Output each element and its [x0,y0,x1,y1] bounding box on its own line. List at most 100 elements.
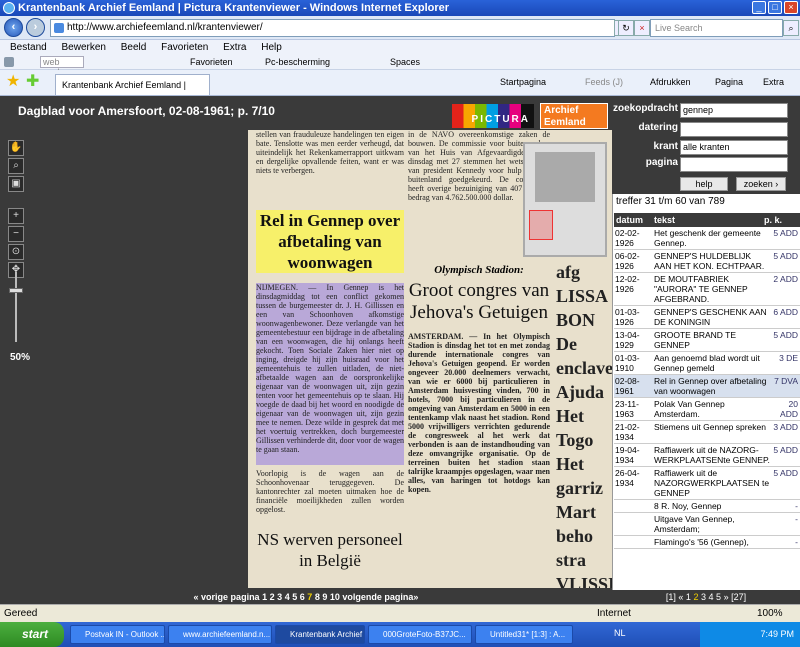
clock[interactable]: 7:49 PM [760,629,794,639]
zoeken-button[interactable]: zoeken › [736,177,786,191]
result-page[interactable]: 5 ADD [770,251,798,271]
zoekopdracht-input[interactable]: gennep [680,103,788,118]
result-text[interactable]: GROOTE BRAND TE GENNEP [652,330,770,350]
zoom-in-icon[interactable]: + [8,208,24,224]
result-text[interactable]: Stiemens uit Gennep spreken [652,422,770,442]
page-link[interactable]: 9 [322,592,327,602]
zoom-slider-handle[interactable] [9,288,23,293]
result-text[interactable]: Polak Van Gennep Amsterdam. [652,399,770,419]
zoom-slider[interactable] [15,272,17,342]
extra-button[interactable]: Extra [763,77,784,87]
help-button[interactable]: help [680,177,728,191]
add-favorite-icon[interactable]: ✚ [26,71,39,93]
taskbar-item[interactable]: 000GroteFoto-B37JC... [368,625,472,644]
result-page[interactable]: 3 DE [770,353,798,373]
results-pager-first[interactable]: [1] « [666,592,684,602]
datering-input[interactable] [680,122,788,137]
menu-extra[interactable]: Extra [223,42,246,53]
prev-page-link[interactable]: « vorige pagina [194,592,260,602]
forward-button[interactable]: › [26,18,45,37]
result-text[interactable]: Rel in Gennep over afbetaling van woonwa… [652,376,770,396]
next-page-link[interactable]: volgende pagina» [342,592,418,602]
result-row[interactable]: Uitgave Van Gennep, Amsterdam; - [614,513,800,536]
spaces-link[interactable]: Spaces [390,55,420,70]
close-button[interactable]: × [784,1,798,14]
pagina-button[interactable]: Pagina [715,77,743,87]
menu-bewerken[interactable]: Bewerken [61,42,105,53]
maximize-button[interactable]: □ [768,1,782,14]
result-page[interactable]: 5 ADD [770,330,798,350]
live-search-input[interactable]: Live Search [650,19,783,37]
result-page[interactable]: - [770,537,798,547]
results-page-link[interactable]: 4 [709,592,714,602]
back-button[interactable]: ‹ [4,18,23,37]
result-row[interactable]: 01-03-1926 GENNEP'S GESCHENK AAN DE KONIN… [614,306,800,329]
zoom-out-icon[interactable]: − [8,226,24,242]
result-row[interactable]: 23-11-1963 Polak Van Gennep Amsterdam. 20 … [614,398,800,421]
page-link[interactable]: 8 [315,592,320,602]
hand-icon[interactable]: ✋ [8,140,24,156]
result-page[interactable]: 6 ADD [770,307,798,327]
start-button[interactable]: start [0,622,64,647]
result-text[interactable]: Flamingo's '56 (Gennep), [652,537,770,547]
taskbar-item-active[interactable]: Krantenbank Archief ... [275,625,365,644]
refresh-icon[interactable]: ↻ [618,20,634,36]
col-datum[interactable]: datum [616,213,643,227]
results-pager-last[interactable]: » [27] [724,592,747,602]
result-text[interactable]: DE MOUTFABRIEK "AURORA" TE GENNEP AFGEBR… [652,274,770,304]
taskbar-item[interactable]: Untitled31* [1:3] : A... [475,625,573,644]
afdrukken-button[interactable]: Afdrukken [650,77,691,87]
result-page[interactable]: - [770,501,798,511]
pagina-input[interactable] [680,157,788,172]
result-text[interactable]: GENNEP'S HULDEBLIJK AAN HET KON. ECHTPAA… [652,251,770,271]
result-text[interactable]: Uitgave Van Gennep, Amsterdam; [652,514,770,534]
page-thumbnail[interactable] [523,142,607,257]
result-row[interactable]: 02-08-1961 Rel in Gennep over afbetaling … [614,375,800,398]
result-row[interactable]: 12-02-1926 DE MOUTFABRIEK "AURORA" TE GEN… [614,273,800,306]
fit-icon[interactable]: ▣ [8,176,24,192]
page-link[interactable]: 6 [300,592,305,602]
menu-help[interactable]: Help [261,42,282,53]
krant-select[interactable]: alle kranten [680,140,788,155]
result-row[interactable]: 13-04-1929 GROOTE BRAND TE GENNEP 5 ADD [614,329,800,352]
col-tekst[interactable]: tekst [654,213,675,227]
result-row[interactable]: 02-02-1926 Het geschenk der gemeente Genn… [614,227,800,250]
result-page[interactable]: 20 ADD [770,399,798,419]
page-link[interactable]: 3 [277,592,282,602]
result-page[interactable]: 5 ADD [770,445,798,465]
result-text[interactable]: Aan genoemd blad wordt uit Gennep gemeld [652,353,770,373]
page-link[interactable]: 2 [270,592,275,602]
menu-bestand[interactable]: Bestand [10,42,47,53]
result-row[interactable]: 26-04-1934 Raffiawerk uit de NAZORGWERKPL… [614,467,800,500]
result-page[interactable]: 5 ADD [770,228,798,248]
result-page[interactable]: - [770,514,798,534]
results-page-link[interactable]: 5 [716,592,721,602]
pc-bescherming-link[interactable]: Pc-bescherming [265,55,330,70]
results-page-link[interactable]: 1 [686,592,691,602]
taskbar-item[interactable]: Postvak IN - Outlook ... [70,625,165,644]
minimize-button[interactable]: _ [752,1,766,14]
web-search-input[interactable]: web zoeken... [40,56,84,77]
startpagina-button[interactable]: Startpagina [500,77,546,87]
zoom-text[interactable]: 100% [757,605,783,622]
result-page[interactable]: 7 DVA [770,376,798,396]
result-text[interactable]: Raffiawerk uit de NAZORGWERKPLAATSEN te … [652,468,770,498]
search-icon[interactable]: ⌕ [783,20,799,36]
result-text[interactable]: Raffiawerk uit de NAZORG-WERKPLAATSENte … [652,445,770,465]
address-bar[interactable]: http://www.archiefeemland.nl/krantenview… [50,19,615,37]
current-page[interactable]: 7 [307,592,312,602]
menu-favorieten[interactable]: Favorieten [161,42,208,53]
result-row[interactable]: 21-02-1934 Stiemens uit Gennep spreken 3 A… [614,421,800,444]
favorites-star-icon[interactable]: ★ [6,71,20,93]
result-page[interactable]: 3 ADD [770,422,798,442]
result-row[interactable]: 06-02-1926 GENNEP'S HULDEBLIJK AAN HET KO… [614,250,800,273]
page-link[interactable]: 5 [292,592,297,602]
feeds-button[interactable]: Feeds (J) [585,77,623,87]
result-text[interactable]: 8 R. Noy, Gennep [652,501,770,511]
results-page-link[interactable]: 3 [701,592,706,602]
result-row[interactable]: 19-04-1934 Raffiawerk uit de NAZORG-WERKP… [614,444,800,467]
taskbar-item[interactable]: www.archiefeemland.n... [168,625,272,644]
zoom-reset-icon[interactable]: ⊙ [8,244,24,260]
language-indicator[interactable]: NL [614,628,626,638]
results-current-page[interactable]: 2 [693,592,698,602]
